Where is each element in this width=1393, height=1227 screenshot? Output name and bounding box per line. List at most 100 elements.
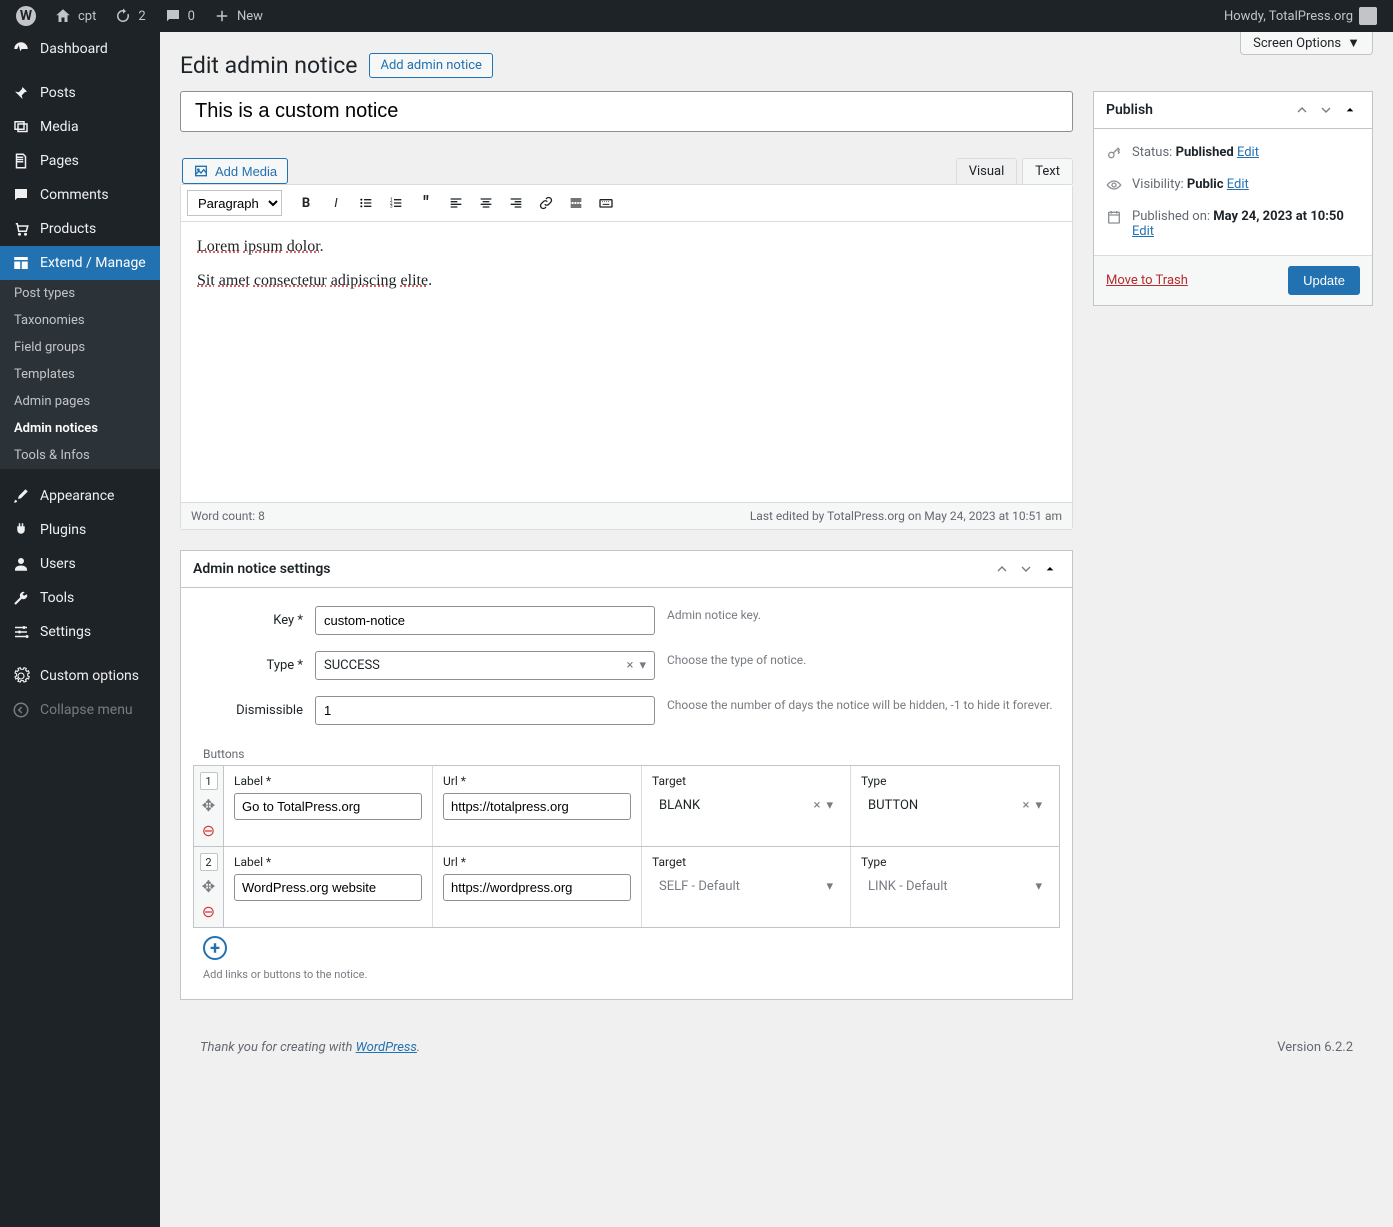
submenu-field-groups[interactable]: Field groups (0, 334, 160, 361)
menu-pages[interactable]: Pages (0, 144, 160, 178)
edit-status-link[interactable]: Edit (1237, 145, 1259, 160)
submenu-admin-pages[interactable]: Admin pages (0, 388, 160, 415)
move-icon[interactable]: ✥ (202, 877, 215, 896)
link-button[interactable] (532, 189, 560, 217)
menu-users[interactable]: Users (0, 547, 160, 581)
pin-icon (12, 84, 30, 102)
button-url-input[interactable] (443, 874, 631, 901)
updates[interactable]: 2 (106, 0, 153, 32)
add-button-row[interactable]: + (203, 936, 227, 960)
chevron-down-icon: ▼ (1347, 35, 1360, 51)
wordpress-link[interactable]: WordPress (356, 1040, 417, 1055)
submenu-post-types[interactable]: Post types (0, 280, 160, 307)
move-up-button[interactable] (1292, 100, 1312, 120)
link-icon (538, 195, 554, 211)
submenu-admin-notices[interactable]: Admin notices (0, 415, 160, 442)
italic-button[interactable]: I (322, 189, 350, 217)
word-count: Word count: 8 (191, 509, 265, 523)
buttons-heading: Buttons (193, 743, 1060, 765)
ul-icon (358, 195, 374, 211)
key-label: Key * (193, 606, 303, 628)
menu-plugins[interactable]: Plugins (0, 513, 160, 547)
toolbar-toggle-button[interactable] (592, 189, 620, 217)
remove-icon[interactable]: ⊖ (202, 821, 215, 840)
editor: Paragraph B I 123 " Lorem i (180, 184, 1073, 530)
submenu-tools-infos[interactable]: Tools & Infos (0, 442, 160, 469)
button-label-input[interactable] (234, 793, 422, 820)
my-account[interactable]: Howdy, TotalPress.org (1216, 0, 1385, 32)
submenu-taxonomies[interactable]: Taxonomies (0, 307, 160, 334)
chevron-down-icon: ▾ (639, 658, 646, 673)
button-label-input[interactable] (234, 874, 422, 901)
add-media-button[interactable]: Add Media (182, 158, 288, 184)
menu-posts[interactable]: Posts (0, 76, 160, 110)
submenu-extend: Post types Taxonomies Field groups Templ… (0, 280, 160, 469)
wp-logo[interactable]: W (8, 0, 44, 32)
more-button[interactable] (562, 189, 590, 217)
toggle-button[interactable] (1040, 559, 1060, 579)
edit-visibility-link[interactable]: Edit (1227, 177, 1249, 192)
toggle-button[interactable] (1340, 100, 1360, 120)
home-icon (54, 7, 72, 25)
editor-body[interactable]: Lorem ipsum dolor. Sit amet consectetur … (181, 222, 1072, 502)
bullet-list-button[interactable] (352, 189, 380, 217)
calendar-icon (1106, 209, 1124, 229)
align-center-button[interactable] (472, 189, 500, 217)
button-type-select[interactable]: BUTTON×▾ (861, 793, 1049, 818)
type-col: Type (861, 855, 1049, 869)
plus-icon (213, 7, 231, 25)
menu-settings[interactable]: Settings (0, 615, 160, 649)
type-select[interactable]: SUCCESS ×▾ (315, 651, 655, 680)
clear-icon[interactable]: × (627, 658, 634, 673)
align-right-button[interactable] (502, 189, 530, 217)
screen-options-toggle[interactable]: Screen Options ▼ (1240, 32, 1373, 55)
remove-icon[interactable]: ⊖ (202, 902, 215, 921)
publish-title: Publish (1106, 102, 1153, 118)
button-type-select[interactable]: LINK - Default▾ (861, 874, 1049, 899)
collapse-menu[interactable]: Collapse menu (0, 693, 160, 727)
menu-custom-options[interactable]: Custom options (0, 659, 160, 693)
move-to-trash-link[interactable]: Move to Trash (1106, 273, 1188, 288)
menu-dashboard[interactable]: Dashboard (0, 32, 160, 66)
menu-tools[interactable]: Tools (0, 581, 160, 615)
update-button[interactable]: Update (1288, 266, 1360, 295)
row-number: 1 (200, 772, 218, 790)
menu-products[interactable]: Products (0, 212, 160, 246)
new-content[interactable]: New (205, 0, 271, 32)
key-input[interactable] (315, 606, 655, 635)
dismissible-input[interactable] (315, 696, 655, 725)
quote-button[interactable]: " (412, 189, 440, 217)
button-url-input[interactable] (443, 793, 631, 820)
post-title-input[interactable] (180, 91, 1073, 132)
admin-menu: Dashboard Posts Media Pages Comments Pro… (0, 32, 160, 1227)
number-list-button[interactable]: 123 (382, 189, 410, 217)
move-up-button[interactable] (992, 559, 1012, 579)
add-admin-notice-button[interactable]: Add admin notice (369, 53, 492, 78)
menu-media[interactable]: Media (0, 110, 160, 144)
align-left-button[interactable] (442, 189, 470, 217)
tab-text[interactable]: Text (1022, 158, 1073, 184)
menu-extend-manage[interactable]: Extend / Manage (0, 246, 160, 280)
update-icon (114, 7, 132, 25)
format-select[interactable]: Paragraph (187, 190, 282, 216)
site-name[interactable]: cpt (46, 0, 104, 32)
move-icon[interactable]: ✥ (202, 796, 215, 815)
avatar-icon (1359, 7, 1377, 25)
clear-icon[interactable]: × (1023, 798, 1030, 813)
caret-up-icon (1342, 102, 1358, 118)
clear-icon[interactable]: × (814, 798, 821, 813)
comments-count[interactable]: 0 (156, 0, 203, 32)
comment-icon (12, 186, 30, 204)
cart-icon (12, 220, 30, 238)
menu-appearance[interactable]: Appearance (0, 479, 160, 513)
editor-toolbar: Paragraph B I 123 " (181, 185, 1072, 222)
bold-button[interactable]: B (292, 189, 320, 217)
button-target-select[interactable]: SELF - Default▾ (652, 874, 840, 899)
move-down-button[interactable] (1316, 100, 1336, 120)
tab-visual[interactable]: Visual (956, 158, 1018, 184)
move-down-button[interactable] (1016, 559, 1036, 579)
menu-comments[interactable]: Comments (0, 178, 160, 212)
button-target-select[interactable]: BLANK×▾ (652, 793, 840, 818)
submenu-templates[interactable]: Templates (0, 361, 160, 388)
edit-date-link[interactable]: Edit (1132, 224, 1154, 239)
